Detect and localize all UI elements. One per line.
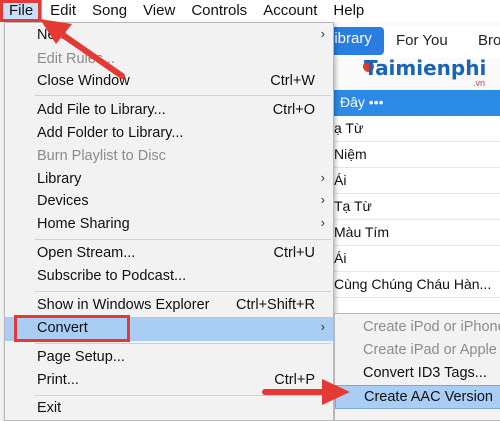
red-arrow-icon [40,19,350,405]
